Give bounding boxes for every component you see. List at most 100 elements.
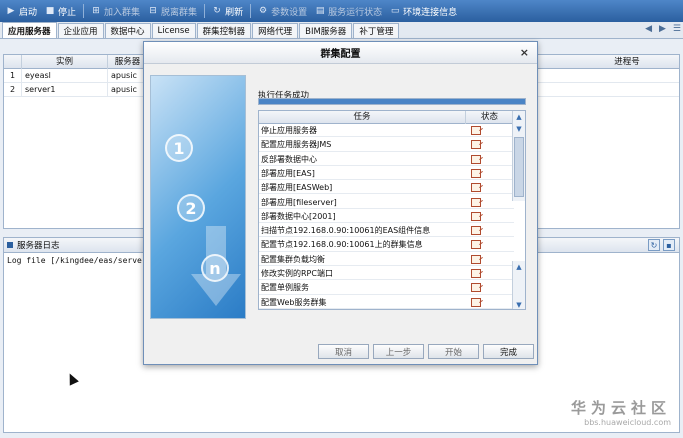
task-done-icon bbox=[471, 183, 481, 193]
tab-navigation: ◀ ▶ ☰ bbox=[645, 24, 681, 34]
task-name: 部署数据中心[2001] bbox=[261, 211, 336, 221]
toolbar-separator bbox=[83, 4, 85, 18]
task-name: 部署应用[fileserver] bbox=[261, 197, 337, 207]
refresh-log-icon[interactable]: ↻ bbox=[648, 239, 660, 251]
task-row[interactable]: 部署数据中心[2001] bbox=[259, 210, 514, 224]
task-name: 配置节点192.168.0.90:10061上的群集信息 bbox=[261, 240, 423, 250]
prev-step-button[interactable]: 上一步 bbox=[373, 344, 424, 359]
watermark-main: 华为云社区 bbox=[570, 399, 671, 417]
task-row[interactable]: 部署应用[EASWeb] bbox=[259, 181, 514, 195]
close-icon[interactable]: × bbox=[520, 46, 529, 59]
task-done-icon bbox=[471, 168, 481, 178]
column-header[interactable]: 实例 bbox=[22, 55, 108, 69]
tab-patch-management[interactable]: 补丁管理 bbox=[353, 23, 400, 38]
tab-app-server[interactable]: 应用服务器 bbox=[2, 22, 57, 38]
tab-list-icon[interactable]: ☰ bbox=[673, 24, 681, 34]
connection-info-button[interactable]: ▭ 环境连接信息 bbox=[386, 1, 461, 21]
task-done-icon bbox=[471, 226, 481, 236]
task-name: 配置单例服务 bbox=[261, 283, 309, 293]
leave-cluster-button[interactable]: ⊟ 脱离群集 bbox=[144, 1, 201, 21]
column-header[interactable]: 服务器 bbox=[108, 55, 148, 69]
progress-fill bbox=[259, 99, 525, 104]
task-row[interactable]: 停止应用服务器 bbox=[259, 124, 514, 138]
tab-prev-icon[interactable]: ◀ bbox=[645, 24, 652, 34]
tab-license[interactable]: License bbox=[151, 23, 196, 38]
stop-button[interactable]: ■ 停止 bbox=[41, 1, 80, 21]
step-circle: 2 bbox=[177, 194, 205, 222]
progress-bar bbox=[258, 98, 526, 105]
task-done-icon bbox=[471, 240, 481, 250]
save-log-icon[interactable]: ▪ bbox=[663, 239, 675, 251]
watermark: 华为云社区 bbs.huaweicloud.com bbox=[571, 397, 671, 427]
tab-cluster-controller[interactable]: 群集控制器 bbox=[196, 23, 252, 38]
tab-next-icon[interactable]: ▶ bbox=[659, 24, 666, 34]
task-done-icon bbox=[471, 126, 481, 135]
scroll-down-icon[interactable]: ▼ bbox=[513, 123, 525, 135]
arrow-down-icon bbox=[191, 226, 241, 306]
scrollbar-lower[interactable]: ▲ ▼ bbox=[512, 261, 525, 309]
task-name: 停止应用服务器 bbox=[261, 126, 317, 135]
log-title: 服务器日志 bbox=[17, 241, 60, 251]
log-actions: ↻ ▪ bbox=[648, 239, 675, 251]
toolbar-separator bbox=[204, 4, 206, 18]
toolbar-separator bbox=[250, 4, 252, 18]
tab-bim-server[interactable]: BIM服务器 bbox=[299, 23, 353, 38]
task-table: 任务 状态 停止应用服务器配置应用服务器JMS 反部署数据中心 部署应用[EAS] 部… bbox=[258, 110, 526, 310]
play-icon: ▶ bbox=[7, 6, 15, 16]
watermark-url: bbs.huaweicloud.com bbox=[584, 418, 671, 427]
start-button[interactable]: 开始 bbox=[428, 344, 479, 359]
refresh-button[interactable]: ↻ 刷新 bbox=[208, 1, 247, 21]
settings-icon: ⚙ bbox=[259, 6, 268, 16]
task-table-header: 任务 状态 bbox=[259, 111, 514, 124]
task-row[interactable]: 反部署数据中心 bbox=[259, 153, 514, 166]
column-header[interactable]: 任务 bbox=[259, 111, 466, 124]
panel-marker-icon bbox=[7, 242, 13, 248]
start-button[interactable]: ▶ 启动 bbox=[2, 1, 41, 21]
task-row[interactable]: 配置单例服务 bbox=[259, 281, 514, 295]
task-row[interactable]: 配置集群负载均衡 bbox=[259, 253, 514, 266]
task-done-icon bbox=[471, 254, 481, 264]
task-row[interactable]: 配置应用服务器JMS bbox=[259, 138, 514, 152]
task-name: 配置应用服务器JMS bbox=[261, 140, 332, 150]
join-cluster-icon: ⊞ bbox=[92, 6, 100, 16]
service-status-button[interactable]: ▤ 服务运行状态 bbox=[311, 1, 386, 21]
task-row[interactable]: 修改实例的RPC端口 bbox=[259, 267, 514, 281]
task-row[interactable]: 部署应用[fileserver] bbox=[259, 196, 514, 209]
tab-enterprise-app[interactable]: 企业应用 bbox=[57, 23, 104, 38]
column-header[interactable]: 进程号 bbox=[574, 55, 680, 69]
task-done-icon bbox=[471, 197, 481, 207]
scrollbar-thumb[interactable] bbox=[514, 137, 524, 197]
task-done-icon bbox=[471, 283, 481, 293]
wizard-illustration: 1 2 n bbox=[150, 75, 246, 319]
task-name: 部署应用[EAS] bbox=[261, 168, 315, 178]
tab-data-center[interactable]: 数据中心 bbox=[104, 23, 151, 38]
log-text: Log file [/kingdee/eas/server/pr bbox=[7, 256, 162, 265]
stop-icon: ■ bbox=[45, 6, 55, 16]
scroll-up-icon[interactable]: ▲ bbox=[513, 261, 525, 273]
task-done-icon bbox=[471, 211, 481, 221]
task-row[interactable]: 配置节点192.168.0.90:10061上的群集信息 bbox=[259, 238, 514, 252]
join-cluster-button[interactable]: ⊞ 加入群集 bbox=[87, 1, 144, 21]
task-done-icon bbox=[471, 269, 481, 278]
status-icon: ▤ bbox=[315, 6, 325, 16]
row-number: 2 bbox=[4, 83, 22, 97]
task-row[interactable]: 部署应用[EAS] bbox=[259, 167, 514, 181]
refresh-icon: ↻ bbox=[213, 6, 221, 16]
task-row[interactable]: 扫描节点192.168.0.90:10061的EAS组件信息 bbox=[259, 224, 514, 238]
dialog-buttons: 取消 上一步 开始 完成 bbox=[144, 344, 539, 360]
task-name: 部署应用[EASWeb] bbox=[261, 183, 333, 193]
dialog-title: 群集配置 bbox=[320, 49, 361, 60]
settings-button[interactable]: ⚙ 参数设置 bbox=[254, 1, 311, 21]
step-circle: 1 bbox=[165, 134, 193, 162]
cancel-button[interactable]: 取消 bbox=[318, 344, 369, 359]
task-row[interactable]: 配置Web服务群集 bbox=[259, 296, 514, 309]
column-header[interactable]: 状态 bbox=[466, 111, 514, 124]
scroll-up-icon[interactable]: ▲ bbox=[513, 111, 525, 123]
task-done-icon bbox=[471, 140, 481, 150]
tab-network-proxy[interactable]: 网络代理 bbox=[252, 23, 299, 38]
task-done-icon bbox=[471, 297, 481, 307]
scroll-down-icon[interactable]: ▼ bbox=[513, 299, 525, 309]
server-cell: apusic bbox=[108, 69, 148, 83]
scrollbar-upper[interactable]: ▲ ▼ bbox=[512, 111, 525, 201]
finish-button[interactable]: 完成 bbox=[483, 344, 534, 359]
